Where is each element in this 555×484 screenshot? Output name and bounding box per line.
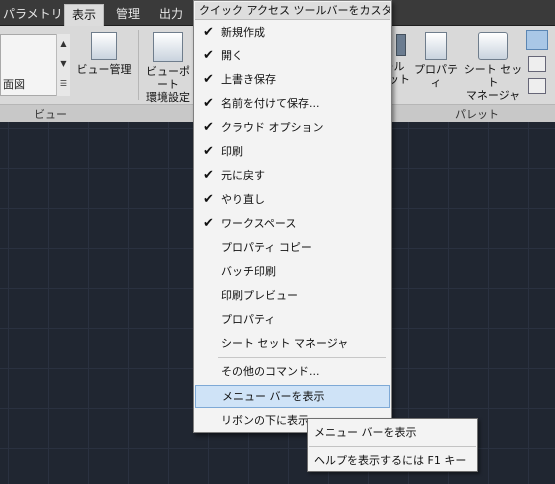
sheet-set-label: シート セット	[463, 63, 523, 89]
tooltip-help-text: ヘルプを表示するには F1 キー	[314, 454, 467, 467]
check-icon: ✔	[203, 48, 214, 63]
quick-access-customize-menu: クイック アクセス ツールバーをカスタマイズ ✔新規作成 ✔開く ✔上書き保存 …	[193, 0, 392, 433]
check-icon: ✔	[203, 72, 214, 87]
menu-item-properties[interactable]: プロパティ	[195, 308, 390, 331]
menu-item-label: 開く	[221, 49, 243, 62]
view-manager-label: ビュー管理	[76, 63, 132, 76]
menu-item-new[interactable]: ✔ 新規作成	[195, 21, 390, 44]
menu-item-redo[interactable]: ✔ やり直し	[195, 188, 390, 211]
menu-item-label: プロパティ	[221, 313, 276, 326]
menu-item-label: メニュー バーを表示	[222, 390, 325, 403]
menu-item-label: シート セット マネージャ	[221, 337, 349, 350]
check-icon: ✔	[203, 168, 214, 183]
menu-item-label: クラウド オプション	[221, 121, 324, 134]
menu-item-sheet-set-manager[interactable]: シート セット マネージャ	[195, 332, 390, 355]
menu-item-label: プロパティ コピー	[221, 241, 312, 254]
sheet-set-label-2: マネージャ	[465, 89, 521, 102]
menu-item-match-properties[interactable]: プロパティ コピー	[195, 236, 390, 259]
tool-palette-button[interactable]: ツール パレット	[392, 60, 410, 86]
menu-item-label: 名前を付けて保存...	[221, 97, 320, 110]
list-scrollbar[interactable]: ▲ ▼ ☰	[56, 34, 70, 96]
properties-label: プロパティ	[414, 63, 458, 89]
small-tool-icon-3[interactable]	[528, 78, 546, 94]
properties-icon	[425, 32, 447, 60]
menu-item-label: 新規作成	[221, 26, 265, 39]
expand-icon[interactable]: ☰	[57, 74, 70, 94]
view-manager-button[interactable]: ビュー管理	[76, 32, 132, 76]
check-icon: ✔	[203, 25, 214, 40]
menu-item-label: ワークスペース	[221, 217, 297, 230]
panel-divider	[138, 30, 139, 100]
sheet-set-manager-button[interactable]: シート セット マネージャ	[462, 32, 524, 102]
scroll-down-icon[interactable]: ▼	[57, 54, 70, 74]
menu-item-print[interactable]: ✔ 印刷	[195, 140, 390, 163]
viewport-icon	[153, 32, 183, 62]
menu-item-batch-plot[interactable]: バッチ印刷	[195, 260, 390, 283]
check-icon: ✔	[203, 144, 214, 159]
view-manager-icon	[91, 32, 117, 60]
menu-item-label: 印刷プレビュー	[221, 289, 298, 302]
tooltip-divider	[309, 446, 476, 447]
check-icon: ✔	[203, 96, 214, 111]
tab-view[interactable]: 表示	[64, 4, 105, 26]
panel-title-palettes: パレット	[455, 108, 499, 121]
tooltip-title: メニュー バーを表示	[314, 426, 417, 439]
check-icon: ✔	[203, 120, 214, 135]
menu-item-show-menu-bar[interactable]: メニュー バーを表示	[195, 385, 390, 408]
small-tool-icon[interactable]	[526, 30, 548, 50]
menu-item-workspace[interactable]: ✔ ワークスペース	[195, 212, 390, 235]
menu-item-cloud-options[interactable]: ✔ クラウド オプション	[195, 116, 390, 139]
menu-item-label: 元に戻す	[221, 169, 265, 182]
viewport-label: ビューポート	[146, 65, 190, 91]
menu-item-label: 印刷	[221, 145, 243, 158]
menu-item-open[interactable]: ✔ 開く	[195, 44, 390, 67]
menu-item-save-as[interactable]: ✔ 名前を付けて保存...	[195, 92, 390, 115]
menu-item-label: バッチ印刷	[221, 265, 276, 278]
viewport-label-2: 環境設定	[146, 91, 190, 104]
tab-manage[interactable]: 管理	[109, 4, 147, 26]
menu-header: クイック アクセス ツールバーをカスタマイズ	[195, 2, 390, 20]
panel-title-views: ビュー	[34, 108, 67, 121]
menu-item-undo[interactable]: ✔ 元に戻す	[195, 164, 390, 187]
sheet-set-icon	[478, 32, 508, 60]
menu-separator	[218, 357, 386, 358]
small-tool-icon-2[interactable]	[528, 56, 546, 72]
tab-output[interactable]: 出力	[152, 4, 190, 26]
menu-item-label: リボンの下に表示	[221, 414, 309, 427]
tool-palette-icon	[396, 34, 406, 56]
properties-button[interactable]: プロパティ	[410, 32, 462, 89]
menu-item-label: やり直し	[221, 193, 265, 206]
viewport-config-button[interactable]: ビューポート 環境設定	[143, 32, 193, 104]
tool-palette-label-2: パレット	[392, 73, 410, 86]
tooltip: メニュー バーを表示 ヘルプを表示するには F1 キー	[307, 418, 478, 472]
check-icon: ✔	[203, 216, 214, 231]
menu-item-plot-preview[interactable]: 印刷プレビュー	[195, 284, 390, 307]
menu-item-label: その他のコマンド...	[221, 365, 320, 378]
menu-item-save[interactable]: ✔ 上書き保存	[195, 68, 390, 91]
check-icon: ✔	[203, 192, 214, 207]
menu-item-more-commands[interactable]: その他のコマンド...	[195, 360, 390, 383]
menu-item-label: 上書き保存	[221, 73, 276, 86]
scroll-up-icon[interactable]: ▲	[57, 34, 70, 54]
tool-palette-label: ツール	[392, 60, 405, 73]
